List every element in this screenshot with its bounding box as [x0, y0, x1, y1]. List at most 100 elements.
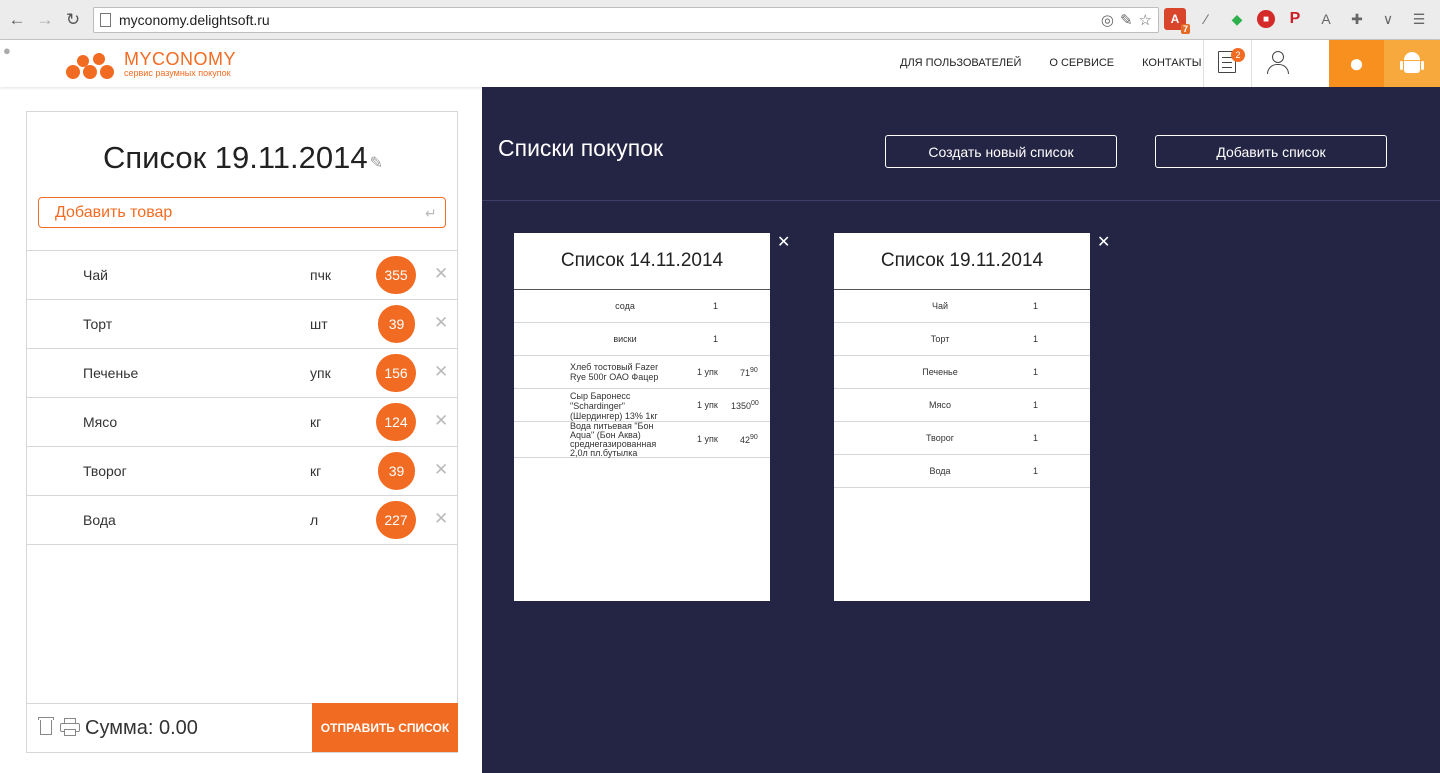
bookmark-star-icon[interactable]: ☆	[1139, 11, 1152, 29]
angular-icon[interactable]: A	[1315, 8, 1337, 30]
list-item[interactable]: Мясо кг 124 ✕	[27, 398, 457, 447]
extension-a-icon[interactable]: A7	[1164, 8, 1190, 34]
card-item-name: Творог	[925, 433, 955, 443]
item-price-badge[interactable]: 355	[376, 256, 416, 294]
item-price-badge[interactable]: 39	[378, 452, 415, 490]
card-title: Список 14.11.2014	[514, 233, 770, 290]
list-item[interactable]: Чай пчк 355 ✕	[27, 251, 457, 300]
list-item[interactable]: Торт шт 39 ✕	[27, 300, 457, 349]
send-list-button[interactable]: ОТПРАВИТЬ СПИСОК	[312, 703, 458, 752]
delete-item-icon[interactable]: ✕	[434, 411, 448, 431]
item-unit[interactable]: пчк	[310, 267, 331, 283]
menu-icon[interactable]: ☰	[1408, 8, 1430, 30]
list-title-text: Список 19.11.2014	[102, 140, 368, 175]
crosshair-icon[interactable]: ✚	[1346, 8, 1368, 30]
back-icon[interactable]: ←	[6, 9, 28, 31]
logo[interactable]: MYCONOMY сервис разумных покупок	[66, 47, 236, 81]
price-cents: 90	[750, 434, 758, 441]
user-icon[interactable]	[1266, 51, 1290, 75]
edit-pencil-icon[interactable]: ✎	[370, 153, 383, 173]
print-icon[interactable]	[60, 718, 80, 736]
card-row: Чай 1	[834, 290, 1090, 323]
card-item-name: виски	[613, 334, 637, 344]
bell-icon[interactable]: ●	[3, 43, 11, 58]
address-bar[interactable]: myconomy.delightsoft.ru ◎ ✎ ☆	[93, 7, 1159, 33]
page-icon	[100, 13, 111, 27]
list-item[interactable]: Печенье упк 156 ✕	[27, 349, 457, 398]
card-item-qty: 1	[713, 301, 719, 311]
list-item[interactable]: Творог кг 39 ✕	[27, 447, 457, 496]
card-item-qty: 1 упк	[697, 434, 718, 444]
card-item-name: Вода питьевая "Бон Aqua" (Бон Аква) сред…	[570, 421, 657, 458]
pinterest-icon[interactable]: P	[1284, 8, 1306, 30]
card-row: виски 1	[514, 323, 770, 356]
adblock-icon[interactable]: ■	[1257, 10, 1275, 28]
card-row: Вода 1	[834, 455, 1090, 488]
item-name: Торт	[83, 316, 113, 332]
apple-icon: ●	[1348, 48, 1365, 78]
logo-name: MYCONOMY	[124, 48, 236, 69]
item-unit[interactable]: шт	[310, 316, 328, 332]
wrench-icon[interactable]: ✎	[1120, 11, 1133, 29]
card-item-name: Мясо	[929, 400, 951, 410]
delete-item-icon[interactable]: ✕	[434, 460, 448, 480]
card-item-name: Вода	[929, 466, 951, 476]
logo-tagline: сервис разумных покупок	[124, 67, 231, 78]
shopping-lists-area: Списки покупок Создать новый список Доба…	[482, 87, 1440, 773]
add-list-button[interactable]: Добавить список	[1155, 135, 1387, 168]
item-unit[interactable]: упк	[310, 365, 331, 381]
price-cents: 90	[750, 367, 758, 374]
nav-about[interactable]: О СЕРВИСЕ	[1049, 57, 1114, 69]
card-item-price: 4290	[740, 434, 758, 445]
card-title: Список 19.11.2014	[834, 233, 1090, 290]
nav-contacts[interactable]: КОНТАКТЫ	[1142, 57, 1201, 69]
item-name: Чай	[83, 267, 108, 283]
card-row: Вода питьевая "Бон Aqua" (Бон Аква) сред…	[514, 422, 770, 458]
apple-store-button[interactable]: ●	[1329, 40, 1384, 87]
evernote-icon[interactable]: ◆	[1226, 8, 1248, 30]
delete-item-icon[interactable]: ✕	[434, 362, 448, 382]
close-card-icon[interactable]: ✕	[777, 232, 790, 252]
delete-item-icon[interactable]: ✕	[434, 509, 448, 529]
forward-icon[interactable]: →	[34, 9, 56, 31]
eyedropper-icon[interactable]: ∕	[1195, 8, 1217, 30]
list-title: Список 19.11.2014 ✎	[27, 140, 459, 176]
trash-icon[interactable]	[38, 717, 54, 736]
card-item-price: 7190	[740, 367, 758, 378]
pocket-icon[interactable]: ∨	[1377, 8, 1399, 30]
enter-icon[interactable]: ↵	[425, 205, 437, 222]
item-price-badge[interactable]: 227	[376, 501, 416, 539]
item-price-badge[interactable]: 124	[376, 403, 416, 441]
add-item-input[interactable]	[38, 197, 446, 228]
list-item[interactable]: Вода л 227 ✕	[27, 496, 457, 545]
delete-item-icon[interactable]: ✕	[434, 264, 448, 284]
card-row: Сыр Баронесс "Schardinger" (Шердингер) 1…	[514, 389, 770, 422]
card-item-qty: 1 упк	[697, 367, 718, 377]
card-row: Печенье 1	[834, 356, 1090, 389]
reload-icon[interactable]: ↻	[62, 9, 84, 31]
card-item-name: Чай	[931, 301, 949, 311]
list-card[interactable]: Список 19.11.2014 Чай 1 Торт 1 Печенье 1…	[834, 233, 1090, 601]
item-unit[interactable]: л	[310, 512, 318, 528]
create-list-button[interactable]: Создать новый список	[885, 135, 1117, 168]
price-main: 71	[740, 368, 751, 378]
close-card-icon[interactable]: ✕	[1097, 232, 1110, 252]
item-unit[interactable]: кг	[310, 414, 321, 430]
item-price-badge[interactable]: 156	[376, 354, 416, 392]
card-item-qty: 1 упк	[697, 400, 718, 410]
url-text[interactable]: myconomy.delightsoft.ru	[119, 12, 270, 28]
card-item-qty: 1	[1033, 400, 1039, 410]
price-main: 42	[740, 435, 751, 445]
card-item-qty: 1	[1033, 334, 1039, 344]
android-store-button[interactable]	[1384, 40, 1440, 87]
item-price-badge[interactable]: 39	[378, 305, 415, 343]
nav-for-users[interactable]: ДЛЯ ПОЛЬЗОВАТЕЛЕЙ	[900, 57, 1021, 69]
delete-item-icon[interactable]: ✕	[434, 313, 448, 333]
price-cents: 00	[751, 400, 759, 407]
item-unit[interactable]: кг	[310, 463, 321, 479]
target-icon[interactable]: ◎	[1101, 11, 1114, 29]
current-list-panel: Список 19.11.2014✎ ↵ Чай пчк 355 ✕ Торт …	[26, 111, 458, 753]
card-item-name: Сыр Баронесс "Schardinger" (Шердингер) 1…	[570, 391, 658, 421]
list-card[interactable]: Список 14.11.2014 сода 1 виски 1 Хлеб то…	[514, 233, 770, 601]
card-item-qty: 1	[713, 334, 719, 344]
